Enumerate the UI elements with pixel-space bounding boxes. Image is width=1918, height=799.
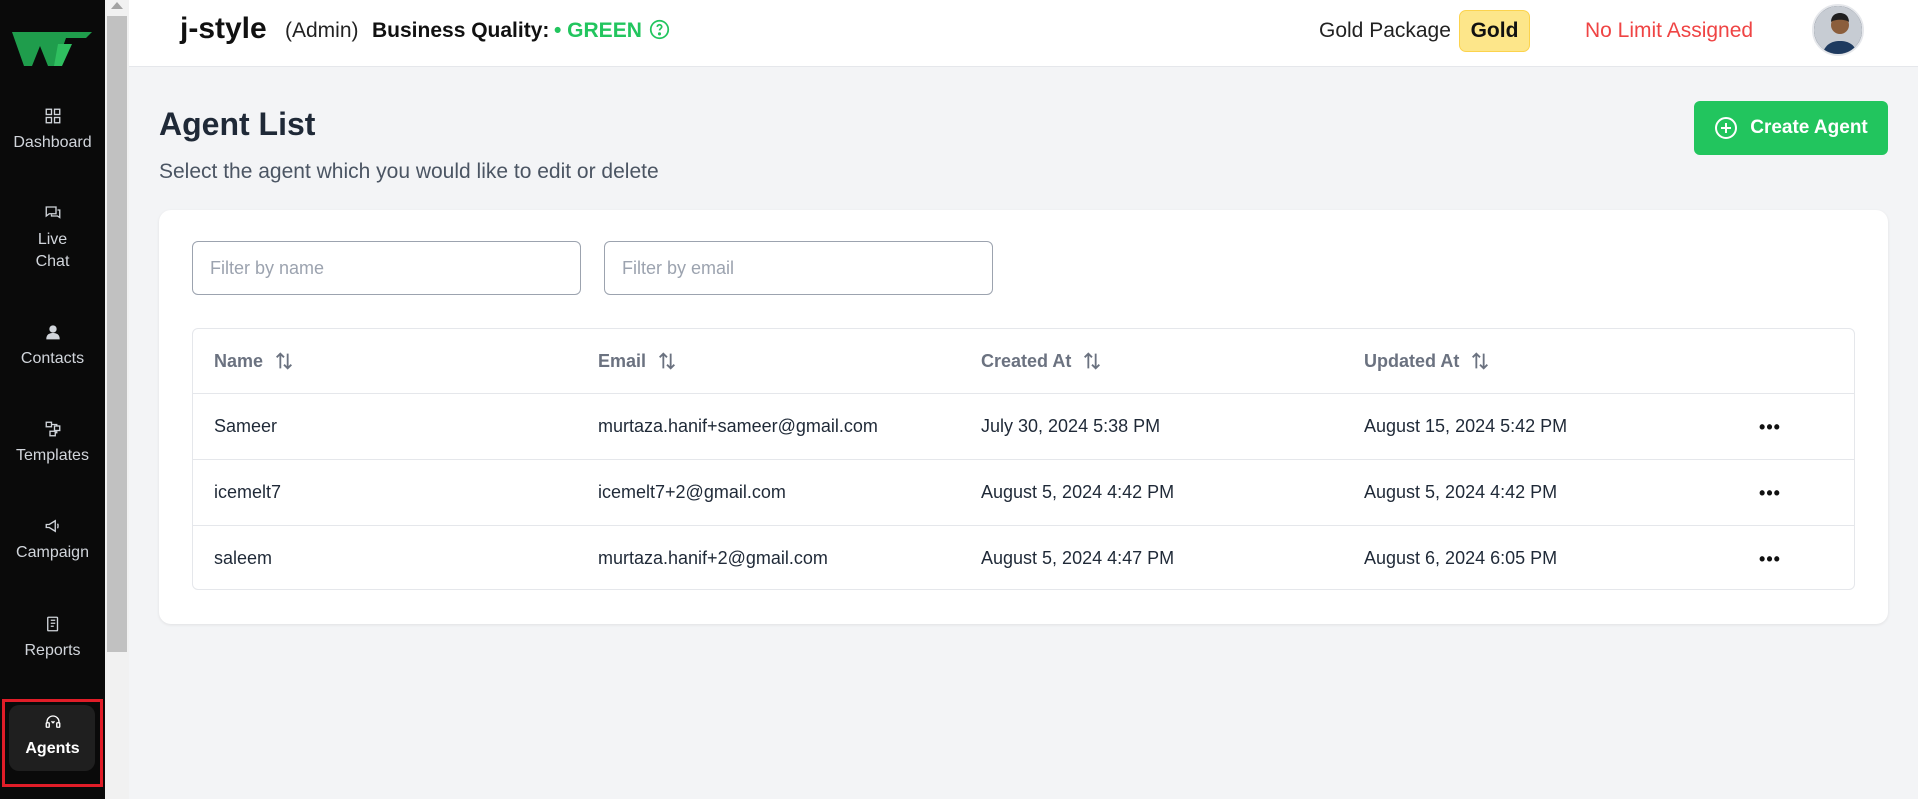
sidebar-item-label: Agents — [25, 740, 80, 757]
cell-email: murtaza.hanif+2@gmail.com — [598, 548, 828, 568]
more-actions-icon[interactable]: ••• — [1757, 414, 1783, 440]
column-label: Email — [598, 350, 647, 371]
logo — [12, 32, 92, 66]
package-label: Gold Package — [1319, 19, 1451, 42]
agent-list-card: Name Email Created At Updated At Sameer … — [159, 210, 1888, 624]
create-agent-label: Create Agent — [1750, 117, 1868, 138]
cell-email: icemelt7+2@gmail.com — [598, 482, 786, 502]
sidebar: Dashboard Live Chat Contacts Templates C… — [0, 0, 105, 799]
sort-icon — [1472, 352, 1489, 370]
top-header: j-style (Admin) Business Quality: • GREE… — [129, 0, 1918, 67]
scroll-up-arrow[interactable] — [111, 2, 123, 9]
column-header-name[interactable]: Name — [214, 329, 295, 393]
headset-icon — [43, 712, 63, 732]
column-label: Updated At — [1364, 350, 1460, 371]
page-subtitle: Select the agent which you would like to… — [159, 160, 659, 183]
sort-icon — [276, 352, 293, 370]
sidebar-item-label: Reports — [24, 642, 81, 659]
package-badge: Gold — [1459, 10, 1530, 52]
sidebar-item-templates[interactable]: Templates — [0, 419, 105, 467]
user-icon — [43, 322, 63, 342]
business-quality-label: Business Quality: — [372, 19, 550, 42]
business-quality-value: • GREEN — [554, 19, 642, 42]
help-icon[interactable] — [649, 19, 670, 40]
create-agent-button[interactable]: Create Agent — [1694, 101, 1888, 155]
sidebar-item-label: Dashboard — [13, 134, 92, 151]
scrollbar-thumb[interactable] — [107, 16, 127, 652]
sort-icon — [1084, 352, 1101, 370]
cell-name: saleem — [214, 548, 273, 568]
cell-updated-at: August 6, 2024 6:05 PM — [1364, 548, 1558, 568]
sidebar-item-label: Contacts — [20, 350, 85, 367]
agent-table: Name Email Created At Updated At Sameer … — [192, 328, 1855, 590]
table-row[interactable]: saleem murtaza.hanif+2@gmail.com August … — [193, 526, 1854, 589]
column-label: Name — [214, 350, 264, 371]
cell-created-at: July 30, 2024 5:38 PM — [981, 416, 1161, 436]
sidebar-item-label: Live Chat — [35, 231, 70, 270]
more-actions-icon[interactable]: ••• — [1757, 546, 1783, 572]
filter-email-input[interactable] — [604, 241, 993, 295]
column-label: Created At — [981, 350, 1072, 371]
sidebar-item-live-chat[interactable]: Live Chat — [0, 203, 105, 273]
limit-status: No Limit Assigned — [1585, 19, 1754, 42]
cell-created-at: August 5, 2024 4:42 PM — [981, 482, 1175, 502]
column-header-email[interactable]: Email — [598, 329, 678, 393]
column-header-updated-at[interactable]: Updated At — [1364, 329, 1491, 393]
filter-name-input[interactable] — [192, 241, 581, 295]
avatar[interactable] — [1812, 4, 1864, 56]
table-header-row: Name Email Created At Updated At — [193, 329, 1854, 394]
report-icon — [43, 614, 63, 634]
sidebar-item-agents[interactable]: Agents — [0, 712, 105, 760]
more-actions-icon[interactable]: ••• — [1757, 480, 1783, 506]
cell-email: murtaza.hanif+sameer@gmail.com — [598, 416, 878, 436]
cell-updated-at: August 5, 2024 4:42 PM — [1364, 482, 1558, 502]
table-row[interactable]: Sameer murtaza.hanif+sameer@gmail.com Ju… — [193, 394, 1854, 460]
cell-name: icemelt7 — [214, 482, 282, 502]
cell-updated-at: August 15, 2024 5:42 PM — [1364, 416, 1568, 436]
sort-icon — [659, 352, 676, 370]
sidebar-item-dashboard[interactable]: Dashboard — [0, 106, 105, 154]
chat-icon — [43, 203, 63, 223]
business-name: j-style — [180, 12, 267, 45]
column-header-created-at[interactable]: Created At — [981, 329, 1103, 393]
cell-created-at: August 5, 2024 4:47 PM — [981, 548, 1175, 568]
grid-icon — [43, 106, 63, 126]
plus-circle-icon — [1715, 117, 1738, 139]
sidebar-item-contacts[interactable]: Contacts — [0, 322, 105, 370]
sidebar-item-reports[interactable]: Reports — [0, 614, 105, 662]
sidebar-item-campaign[interactable]: Campaign — [0, 516, 105, 564]
avatar-photo-icon — [1814, 6, 1862, 54]
user-role: (Admin) — [285, 19, 359, 42]
template-icon — [43, 419, 63, 439]
sidebar-item-label: Templates — [16, 447, 89, 464]
megaphone-icon — [43, 516, 63, 536]
table-row[interactable]: icemelt7 icemelt7+2@gmail.com August 5, … — [193, 460, 1854, 526]
sidebar-item-label: Campaign — [16, 544, 89, 561]
page-title: Agent List — [159, 106, 316, 142]
cell-name: Sameer — [214, 416, 278, 436]
